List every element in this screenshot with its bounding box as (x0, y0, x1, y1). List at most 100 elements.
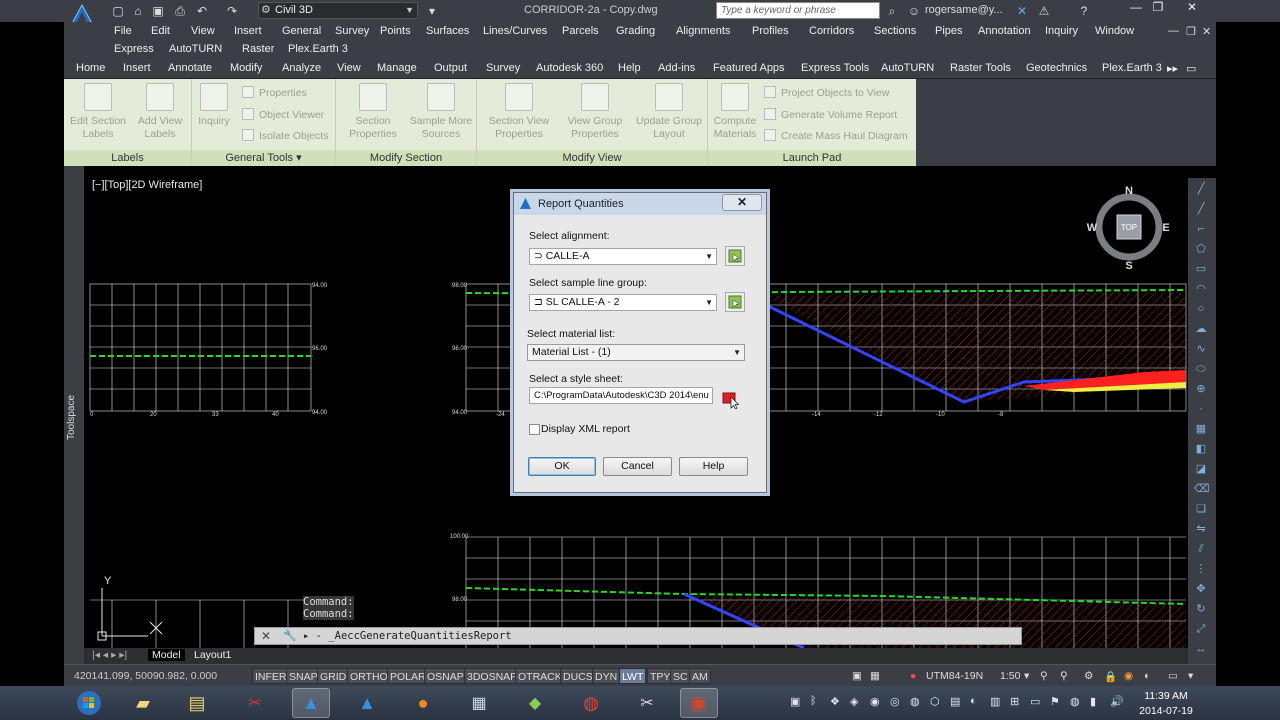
warning-icon[interactable]: ⚠ (1036, 3, 1052, 19)
pick-sample-line-button[interactable] (725, 292, 745, 312)
help-button[interactable]: Help (679, 457, 748, 476)
isolate-objects-button[interactable]: Isolate Objects (242, 129, 328, 142)
tray-app-icon[interactable]: ▥ (990, 695, 1000, 708)
clean-screen-icon[interactable]: ▭ (1168, 670, 1178, 682)
tray-chrome-icon[interactable]: ◍ (1070, 695, 1080, 708)
menu-file[interactable]: File (114, 25, 132, 37)
toggle-ducs[interactable]: DUCS (560, 668, 596, 684)
menu-alignments[interactable]: Alignments (676, 25, 730, 37)
print-icon[interactable]: ⎙ (172, 3, 188, 19)
status-menu-icon[interactable]: ▾ (1188, 670, 1193, 682)
revcloud-icon[interactable]: ☁ (1194, 322, 1208, 336)
doc-close-button[interactable]: ✕ (1202, 25, 1211, 38)
stretch-icon[interactable]: ↔ (1194, 642, 1208, 656)
offset-icon[interactable]: ⫽ (1194, 542, 1208, 556)
menu-profiles[interactable]: Profiles (752, 25, 789, 37)
hatch-icon[interactable]: ▦ (1194, 422, 1208, 436)
alignment-select[interactable]: ⊃ CALLE-A ▼ (529, 248, 717, 265)
menu-inquiry[interactable]: Inquiry (1045, 25, 1078, 37)
arc-icon[interactable]: ◠ (1194, 282, 1208, 296)
exchange-icon[interactable]: ✕ (1014, 3, 1030, 19)
scale-icon[interactable]: ⤢ (1194, 622, 1208, 636)
viewcube[interactable]: TOP N S E W (1086, 184, 1172, 270)
toggle-sc[interactable]: SC (670, 668, 691, 684)
polygon-icon[interactable]: ⬠ (1194, 242, 1208, 256)
model-space-icon[interactable]: ▣ (852, 670, 862, 682)
dialog-title-bar[interactable]: Report Quantities ✕ (514, 193, 766, 215)
clock-date[interactable]: 2014-07-19 (1138, 705, 1194, 717)
compute-materials-button[interactable]: Compute Materials (710, 83, 760, 141)
minimize-button[interactable]: — (1124, 0, 1148, 16)
restore-button[interactable]: ❐ (1146, 0, 1170, 16)
taskbar-calculator-icon[interactable]: ▦ (460, 688, 498, 718)
tray-bluetooth-icon[interactable]: ᛒ (810, 695, 817, 707)
tray-network-icon[interactable]: ▮ (1090, 695, 1096, 708)
search-input[interactable]: Type a keyword or phrase (716, 2, 880, 19)
tab-insert[interactable]: Insert (123, 62, 151, 74)
section-properties-button[interactable]: Section Properties (340, 83, 406, 141)
menu-survey[interactable]: Survey (335, 25, 369, 37)
workspace-gear-icon[interactable]: ⚙ (1084, 670, 1093, 682)
menu-parcels[interactable]: Parcels (562, 25, 599, 37)
rectangle-icon[interactable]: ▭ (1194, 262, 1208, 276)
object-viewer-button[interactable]: Object Viewer (242, 108, 324, 121)
toggle-otrack[interactable]: OTRACK (515, 668, 565, 684)
general-tools-panel-title[interactable]: General Tools ▾ (192, 150, 335, 166)
taskbar-app-icon[interactable]: ◆ (516, 688, 554, 718)
binoculars-icon[interactable]: ⌕ (884, 3, 900, 19)
command-input[interactable]: ▸ - _AeccGenerateQuantitiesReport (303, 630, 512, 642)
doc-minimize-button[interactable]: — (1168, 25, 1179, 37)
menu-grading[interactable]: Grading (616, 25, 655, 37)
tab-help[interactable]: Help (618, 62, 641, 74)
edit-section-labels-button[interactable]: Edit Section Labels (68, 83, 128, 141)
compass-west[interactable]: W (1087, 222, 1098, 234)
array-icon[interactable]: ⋮ (1194, 562, 1208, 576)
insert-block-icon[interactable]: ⊕ (1194, 382, 1208, 396)
menu-raster[interactable]: Raster (242, 43, 274, 55)
menu-pipes[interactable]: Pipes (935, 25, 963, 37)
ribbon-minimize-icon[interactable]: ▭ (1186, 62, 1196, 75)
tray-app-icon[interactable]: ▭ (1030, 695, 1040, 708)
sample-line-group-select[interactable]: ⊐ SL CALLE-A - 2 ▼ (529, 294, 717, 311)
viewport-controls[interactable]: [−][Top][2D Wireframe] (92, 179, 202, 191)
tab-autoturn[interactable]: AutoTURN (881, 62, 934, 74)
tab-manage[interactable]: Manage (377, 62, 417, 74)
taskbar-firefox-icon[interactable]: ● (404, 688, 442, 718)
tab-view[interactable]: View (337, 62, 361, 74)
tray-dropbox-icon[interactable]: ❖ (830, 695, 840, 708)
taskbar-autocad-icon[interactable]: ✂ (236, 688, 274, 718)
tray-app-icon[interactable]: ◉ (870, 695, 880, 708)
style-sheet-path-input[interactable]: C:\ProgramData\Autodesk\C3D 2014\enu (529, 387, 713, 404)
start-button[interactable] (70, 688, 108, 718)
properties-button[interactable]: Properties (242, 86, 307, 99)
tab-add-ins[interactable]: Add-ins (658, 62, 695, 74)
tab-home[interactable]: Home (76, 62, 105, 74)
toggle-dyn[interactable]: DYN (592, 668, 621, 684)
clock-time[interactable]: 11:39 AM (1140, 690, 1192, 702)
tab-plex-earth[interactable]: Plex.Earth 3 (1102, 62, 1162, 74)
menu-edit[interactable]: Edit (151, 25, 170, 37)
ellipse-icon[interactable]: ⬭ (1194, 362, 1208, 376)
mirror-icon[interactable]: ⇋ (1194, 522, 1208, 536)
toggle-grid[interactable]: GRID (317, 668, 350, 684)
isolate-objects-icon[interactable]: ◐ (1144, 670, 1150, 682)
menu-view[interactable]: View (191, 25, 215, 37)
menu-surfaces[interactable]: Surfaces (426, 25, 469, 37)
user-name[interactable]: rogersame@y... (925, 4, 1003, 16)
compass-east[interactable]: E (1162, 222, 1169, 234)
open-icon[interactable]: ⌂ (130, 3, 146, 19)
compass-south[interactable]: S (1125, 260, 1132, 270)
annotation-scale[interactable]: 1:50 (1000, 670, 1020, 682)
rotate-icon[interactable]: ↻ (1194, 602, 1208, 616)
save-icon[interactable]: ▣ (150, 3, 166, 19)
toggle-osnap[interactable]: OSNAP (424, 668, 467, 684)
create-mass-haul-button[interactable]: Create Mass Haul Diagram (764, 129, 908, 142)
construction-line-icon[interactable]: ╱ (1194, 202, 1208, 216)
user-icon[interactable]: ☺ (906, 3, 922, 19)
annotation-visibility-icon[interactable]: ⚲ (1040, 670, 1048, 682)
menu-corridors[interactable]: Corridors (809, 25, 854, 37)
gradient-icon[interactable]: ◧ (1194, 442, 1208, 456)
toggle-am[interactable]: AM (689, 668, 711, 684)
tab-raster-tools[interactable]: Raster Tools (950, 62, 1011, 74)
workspace-selector[interactable]: ⚙ Civil 3D ▼ (258, 2, 418, 19)
